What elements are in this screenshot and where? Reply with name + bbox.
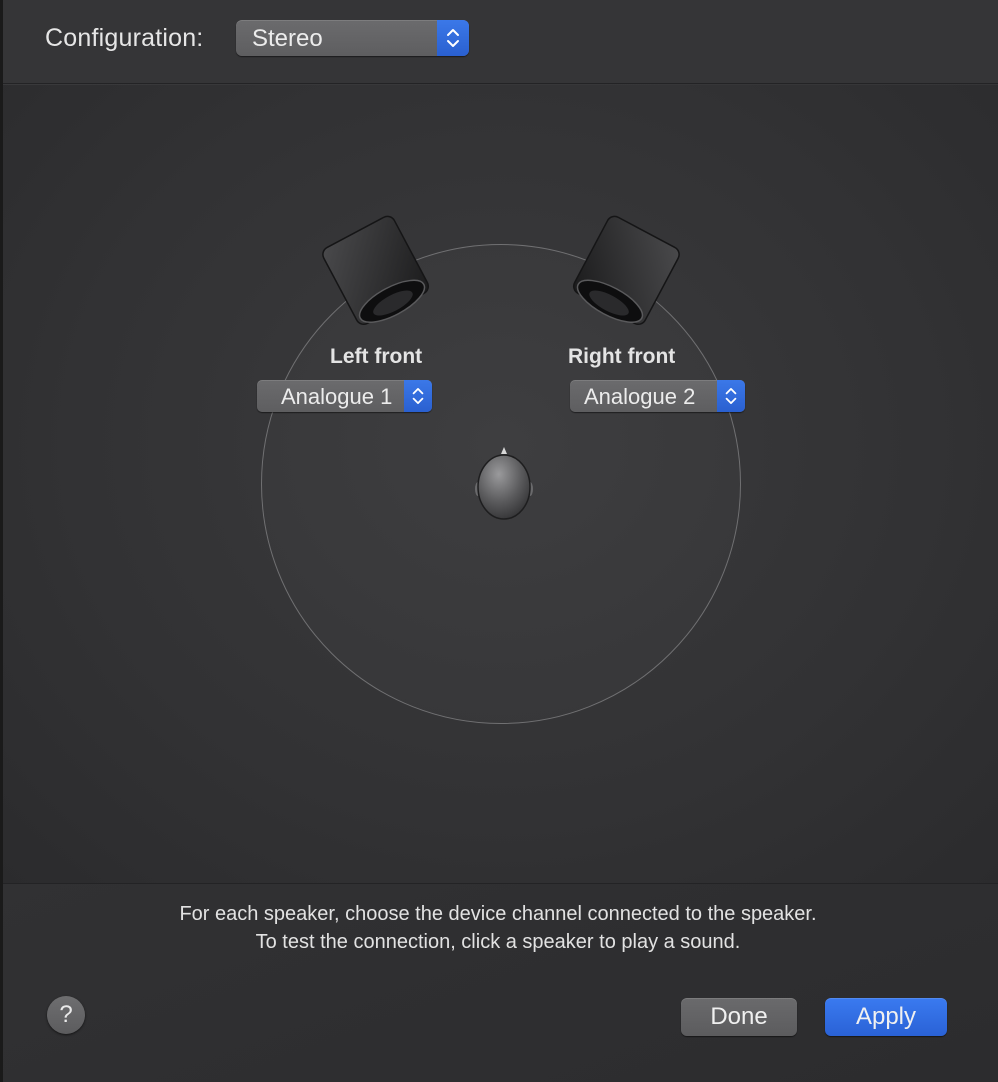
instruction-text: For each speaker, choose the device chan…	[3, 900, 993, 956]
right-front-channel-popup[interactable]: Analogue 2	[570, 380, 745, 412]
right-front-channel-value: Analogue 2	[584, 384, 696, 409]
instruction-line-1: For each speaker, choose the device chan…	[179, 903, 817, 925]
configuration-label: Configuration:	[45, 24, 204, 52]
chevron-up-down-icon	[437, 20, 469, 56]
listener-head-icon	[475, 447, 533, 520]
chevron-up-down-icon	[404, 380, 432, 412]
done-button[interactable]: Done	[681, 998, 797, 1036]
right-front-speaker-icon[interactable]	[569, 213, 681, 331]
configuration-value: Stereo	[252, 25, 323, 52]
configuration-popup[interactable]: Stereo	[236, 20, 469, 56]
chevron-up-down-icon	[717, 380, 745, 412]
left-front-channel-popup[interactable]: Analogue 1	[257, 380, 432, 412]
left-front-channel-value: Analogue 1	[281, 384, 393, 409]
left-front-label: Left front	[330, 345, 423, 368]
left-front-speaker-icon[interactable]	[321, 213, 433, 331]
speaker-stage: Left front Analogue 1 Right front Analog…	[3, 85, 998, 884]
apply-button[interactable]: Apply	[825, 998, 947, 1036]
help-button[interactable]: ?	[47, 996, 85, 1034]
configuration-bar: Configuration: Stereo	[3, 0, 998, 84]
right-front-label: Right front	[568, 345, 676, 368]
speaker-setup-window: Configuration: Stereo Left front Analogu…	[0, 0, 998, 1082]
instruction-line-2: To test the connection, click a speaker …	[255, 931, 741, 953]
